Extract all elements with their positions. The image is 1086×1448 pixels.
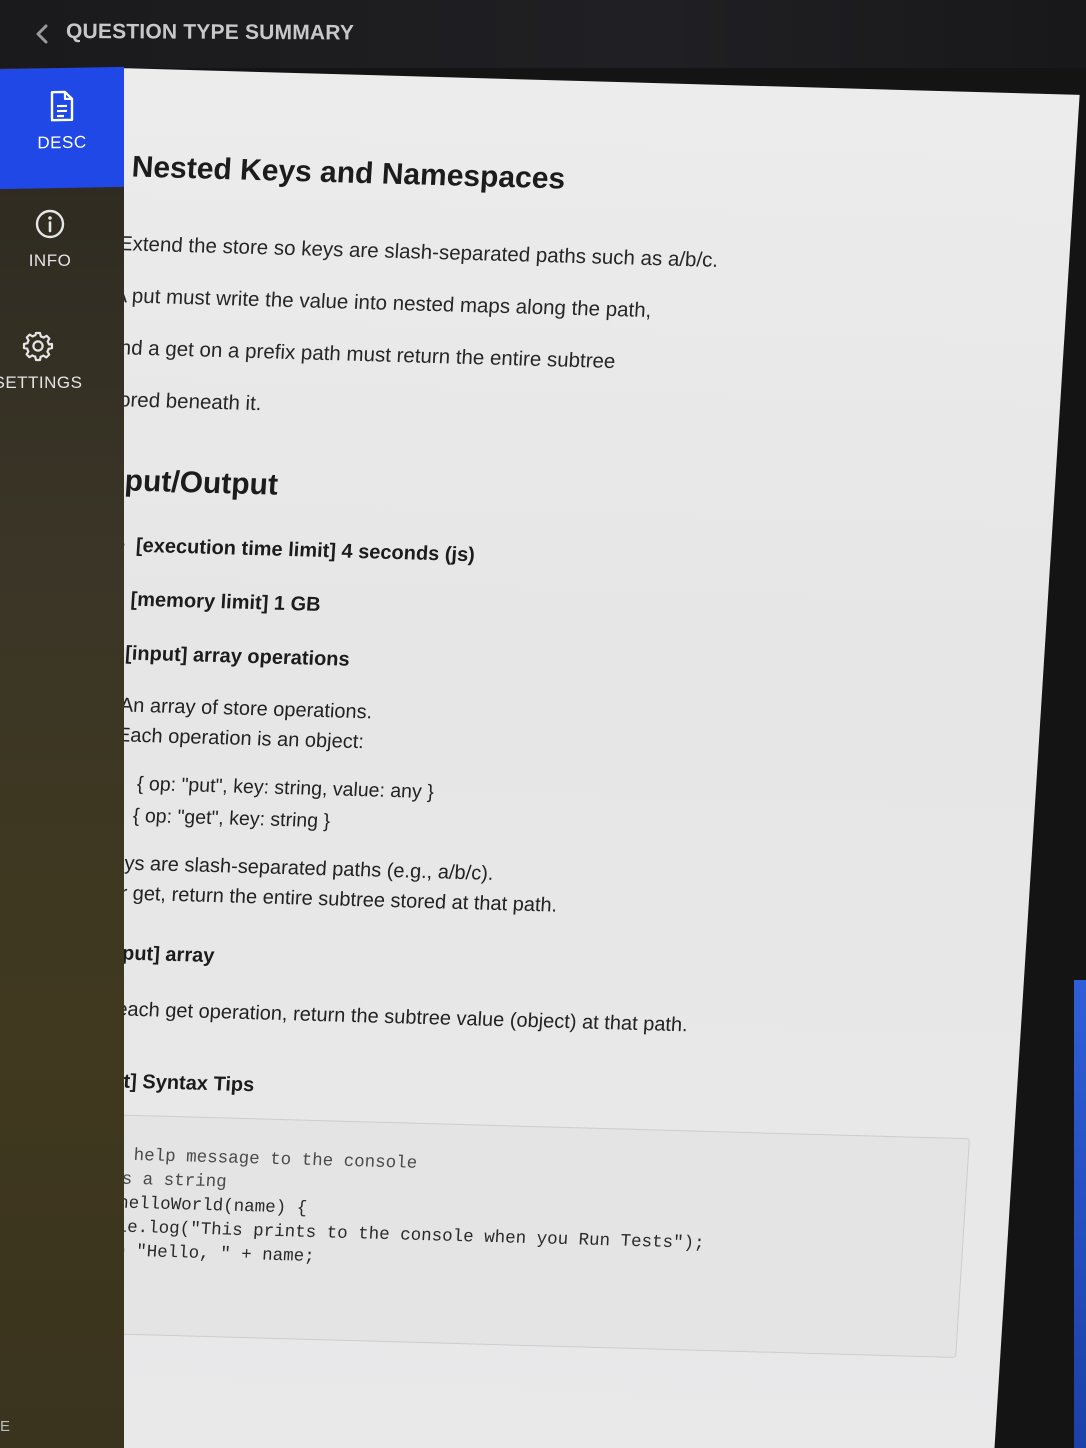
sidebar-item-label: SETTINGS xyxy=(0,373,83,392)
document-icon xyxy=(50,90,74,122)
output-label: [output] array xyxy=(124,941,215,968)
info-icon xyxy=(35,209,65,239)
description-line: stored beneath it. xyxy=(124,387,263,416)
problem-description: Nested Keys and Namespaces Extend the st… xyxy=(124,68,1080,1448)
window-edge xyxy=(1074,980,1086,1448)
sidebar-item-settings[interactable]: SETTINGS xyxy=(0,330,100,393)
operation-shape-get: { op: "get", key: string } xyxy=(124,804,330,833)
code-block[interactable]: // Prints help message to the console //… xyxy=(124,1111,970,1358)
execution-time-limit: [execution time limit] 4 seconds (js) xyxy=(124,534,476,567)
gear-icon xyxy=(22,331,54,362)
code-line: function helloWorld(name) { xyxy=(124,1193,308,1219)
sidebar-item-info[interactable]: INFO xyxy=(0,208,112,271)
page-header-title[interactable]: QUESTION TYPE SUMMARY xyxy=(66,20,354,46)
input-description-line: Each operation is an object: xyxy=(124,724,365,754)
input-note-line: For get, return the entire subtree store… xyxy=(124,881,558,917)
memory-limit: [memory limit] 1 GB xyxy=(124,588,321,617)
input-note-line: Keys are slash-separated paths (e.g., a/… xyxy=(124,851,495,885)
back-chevron-icon[interactable] xyxy=(32,22,52,46)
code-line: return "Hello, " + name; xyxy=(124,1239,316,1267)
page-title: Nested Keys and Namespaces xyxy=(130,150,567,196)
description-line: and a get on a prefix path must return t… xyxy=(124,335,617,374)
sidebar-item-label: INFO xyxy=(28,251,72,270)
syntax-tips-heading: [JavaScript] Syntax Tips xyxy=(124,1067,255,1097)
corner-label: E xyxy=(0,1418,11,1435)
content-panel: Nested Keys and Namespaces Extend the st… xyxy=(124,68,1086,1448)
io-heading: Input/Output xyxy=(124,463,279,502)
sidebar-item-label: DESC xyxy=(37,132,87,153)
sidebar: DESC INFO SETTINGS xyxy=(0,66,124,1448)
operation-shape-put: { op: "put", key: string, value: any } xyxy=(124,772,434,804)
code-line: // Prints help message to the console xyxy=(133,1145,418,1174)
input-label: [input] array operations xyxy=(124,642,351,672)
description-line: Extend the store so keys are slash-separ… xyxy=(124,232,719,272)
code-line: // Returns a string xyxy=(124,1167,228,1193)
input-description-line: An array of store operations. xyxy=(124,694,373,724)
description-line: A put must write the value into nested m… xyxy=(124,284,653,323)
sidebar-item-desc[interactable]: DESC xyxy=(0,66,124,190)
top-bar: QUESTION TYPE SUMMARY xyxy=(0,0,1086,68)
output-description: For each get operation, return the subtr… xyxy=(124,997,689,1037)
